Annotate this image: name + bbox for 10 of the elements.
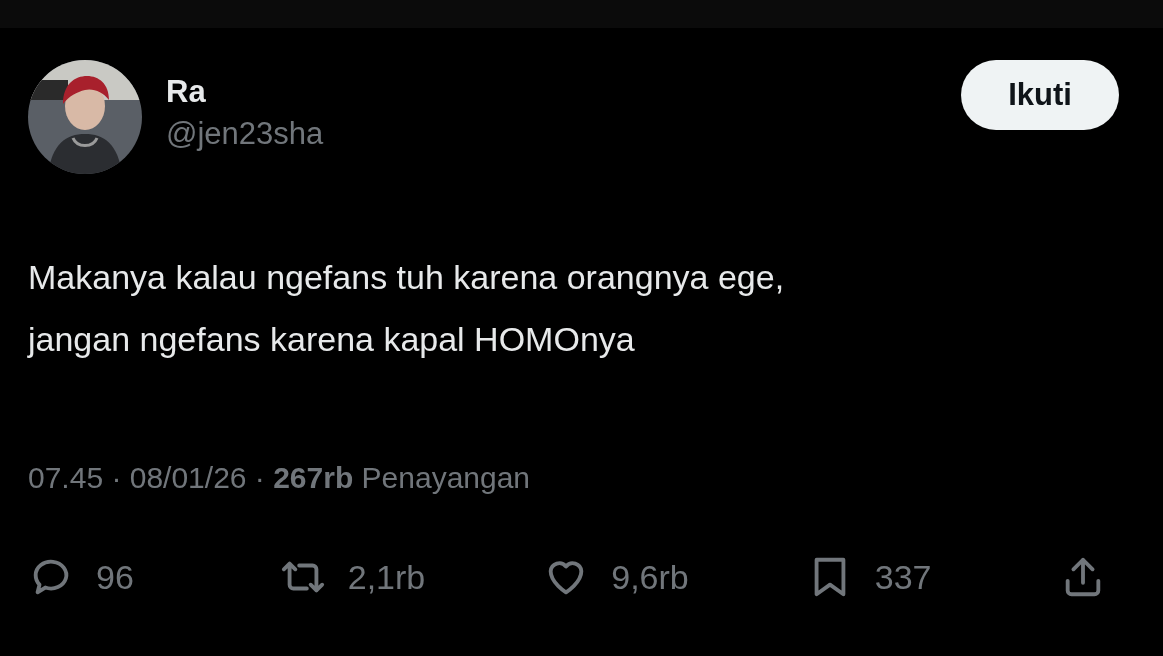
action-count: 9,6rb: [611, 557, 689, 597]
user-handle: @jen23sha: [166, 115, 325, 153]
action-count: 2,1rb: [347, 557, 426, 597]
follow-button[interactable]: Ikuti: [961, 60, 1119, 130]
action-count: 337: [874, 557, 932, 597]
action-count: 96: [96, 557, 134, 597]
display-name: Ra: [166, 73, 207, 111]
post-meta: 07.45 · 08/01/26 · 267rb Penayangan: [28, 460, 532, 496]
post-text: Makanya kalau ngefans tuh karena orangnya ege,: [28, 257, 786, 298]
post-text: jangan ngefans karena kapal HOMOnya: [28, 319, 636, 360]
